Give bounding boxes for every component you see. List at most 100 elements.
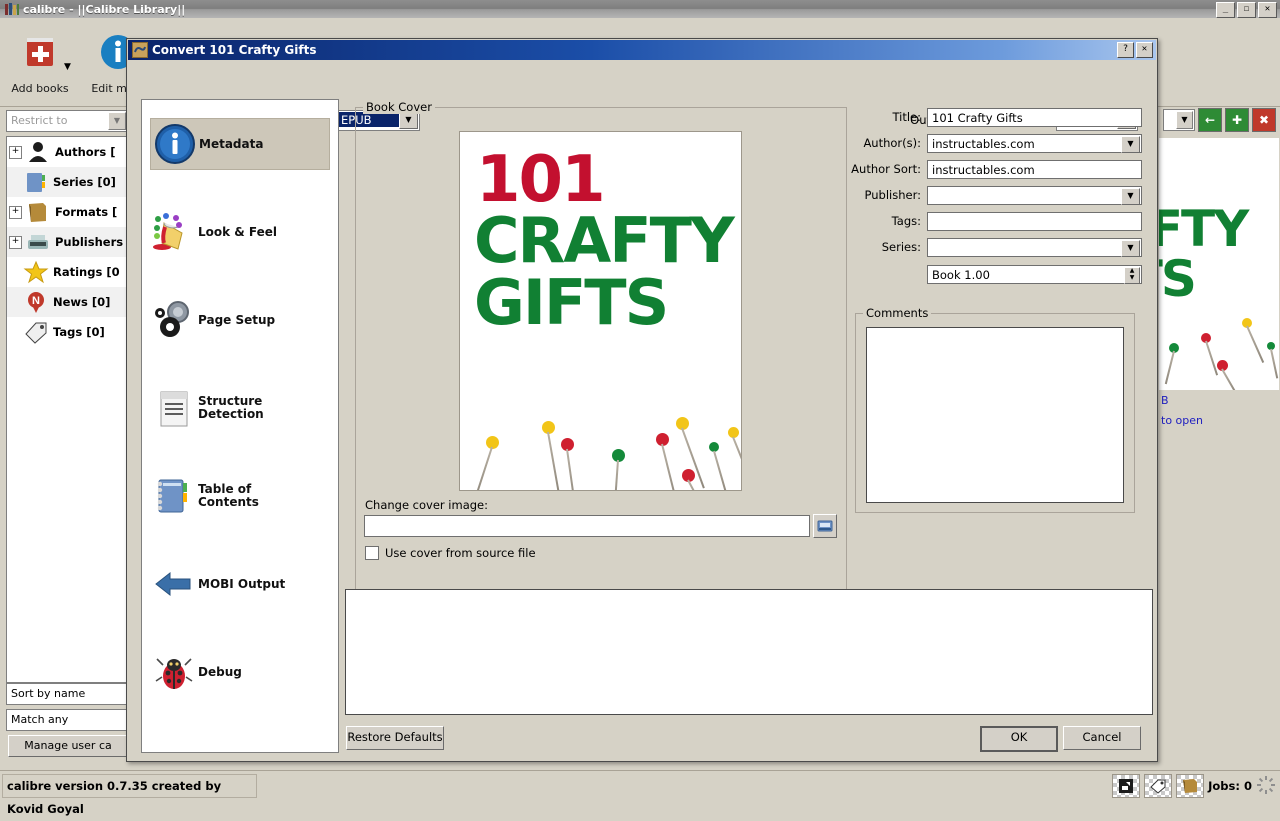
chevron-down-icon[interactable]: ▼ [1121, 239, 1140, 257]
series-combo[interactable]: ▼ [927, 237, 1142, 257]
tags-input[interactable] [927, 211, 1142, 231]
conversion-log-panel[interactable] [345, 589, 1153, 715]
author-sort-value: instructables.com [932, 162, 1035, 177]
nav-item-metadata[interactable]: Metadata [150, 118, 330, 170]
field-tags-row: Tags: [847, 211, 1142, 231]
book-details-cover[interactable]: 101 CRAFTY GIFTS [1159, 138, 1279, 390]
tag-browser-item-tags[interactable]: Tags [0] [7, 317, 127, 347]
tag-browser-item-series[interactable]: Series [0] [7, 167, 127, 197]
publisher-combo[interactable]: ▼ [927, 185, 1142, 205]
manage-user-categories-button[interactable]: Manage user ca [8, 735, 128, 757]
expand-placeholder [9, 327, 20, 338]
field-title-row: Title: 101 Crafty Gifts [847, 107, 1142, 127]
series-index-value: Book 1.00 [932, 267, 990, 282]
book-details-panel: 101 CRAFTY GIFTS B to open [1152, 136, 1279, 466]
dialog-titlebar: Convert 101 Crafty Gifts ? ✕ [128, 40, 1156, 60]
nav-item-label: Look & Feel [198, 224, 278, 239]
nav-item-label: Structure DetectionPage Setup [198, 312, 276, 327]
sort-by-value: Sort by name [11, 687, 86, 700]
nav-item-mobi-output[interactable]: MOBI Output [150, 558, 330, 610]
use-cover-checkbox[interactable] [365, 546, 379, 560]
add-button[interactable]: ✚ [1225, 108, 1249, 132]
fullscreen-icon[interactable] [1112, 774, 1141, 798]
use-cover-label: Use cover from source file [385, 546, 536, 560]
tags-icon[interactable] [1144, 774, 1173, 798]
author-icon [25, 140, 51, 164]
field-tags-label: Tags: [891, 214, 921, 228]
book-icon[interactable] [1176, 774, 1205, 798]
tag-browser-item-publishers[interactable]: + Publishers [7, 227, 127, 257]
nav-item-structure-detection[interactable]: Structure Detection [150, 382, 330, 434]
close-button[interactable]: ✕ [1258, 2, 1277, 18]
field-publisher-label: Publisher: [864, 188, 921, 202]
calibre-books-icon [4, 2, 20, 16]
help-button[interactable]: ? [1117, 42, 1134, 58]
folder-browse-icon[interactable] [813, 514, 837, 538]
chevron-down-icon[interactable]: ▼ [108, 112, 126, 130]
main-window-title: calibre - ||Calibre Library|| [23, 2, 186, 16]
spinner-arrows-icon[interactable]: ▲ ▼ [1124, 266, 1140, 284]
author-sort-input[interactable]: instructables.com [927, 159, 1142, 179]
comments-textarea[interactable] [866, 327, 1124, 503]
nav-item-label: MOBI Output [198, 576, 286, 591]
dialog-nav-list[interactable]: Metadata Look & Feel Structure Detection… [141, 99, 339, 753]
expand-icon[interactable]: + [9, 205, 22, 219]
library-view-toolbar: ▼ ← ✚ ✖ [1163, 108, 1276, 132]
tag-browser-item-authors[interactable]: + Authors [ [7, 137, 127, 167]
tags-icon [23, 320, 49, 344]
tag-browser-item-ratings[interactable]: Ratings [0 [7, 257, 127, 287]
restrict-to-combo[interactable]: Restrict to ▼ [6, 110, 128, 132]
restore-button[interactable]: ☐ [1237, 2, 1256, 18]
previous-button[interactable]: ← [1198, 108, 1222, 132]
use-cover-row[interactable]: Use cover from source file [365, 546, 536, 560]
jobs-label: Jobs: 0 [1208, 779, 1252, 793]
dialog-title: Convert 101 Crafty Gifts [152, 43, 317, 57]
change-cover-label: Change cover image: [365, 498, 489, 512]
cover-preview[interactable]: 101 CRAFTY GIFTS [459, 131, 742, 491]
match-mode-combo[interactable]: Match any [6, 709, 128, 731]
nav-item-label: Table of Contents [198, 482, 259, 509]
main-window-titlebar: calibre - ||Calibre Library|| _ ☐ ✕ [0, 0, 1280, 18]
sort-by-combo[interactable]: Sort by name [6, 683, 128, 705]
chevron-down-icon[interactable]: ▼ [64, 62, 71, 72]
field-author-sort-label: Author Sort: [851, 162, 921, 176]
tag-browser-item-news[interactable]: N News [0] [7, 287, 127, 317]
nav-item-table-of-contents[interactable]: Table of Contents [150, 470, 330, 522]
expand-icon[interactable]: + [9, 235, 22, 249]
field-publisher-row: Publisher: ▼ [847, 185, 1142, 205]
left-arrow-icon [150, 562, 198, 606]
book-details-size-link[interactable]: B [1161, 394, 1169, 407]
delete-button[interactable]: ✖ [1252, 108, 1276, 132]
comments-legend: Comments [863, 306, 932, 320]
chevron-down-icon[interactable]: ▼ [1176, 111, 1193, 129]
cancel-button[interactable]: Cancel [1063, 726, 1141, 750]
series-index-spinbox[interactable]: Book 1.00 ▲ ▼ [927, 264, 1142, 284]
nav-item-debug[interactable]: Debug [150, 646, 330, 698]
status-bar-right: Jobs: 0 [1112, 774, 1276, 798]
change-cover-input[interactable] [364, 515, 810, 537]
metadata-fields: Title: 101 Crafty Gifts Author(s): instr… [847, 107, 1142, 284]
ok-button[interactable]: OK [980, 726, 1058, 752]
tag-browser-item-label: Series [0] [53, 175, 116, 189]
field-authors-label: Author(s): [863, 136, 921, 150]
chevron-down-icon[interactable]: ▼ [1121, 135, 1140, 153]
chevron-down-icon[interactable]: ▼ [1121, 187, 1140, 205]
book-details-open-link[interactable]: to open [1161, 414, 1203, 427]
view-combo[interactable]: ▼ [1163, 109, 1195, 131]
nav-item-label: Structure Detection [198, 394, 264, 421]
tag-browser-item-formats[interactable]: + Formats [ [7, 197, 127, 227]
title-input[interactable]: 101 Crafty Gifts [927, 107, 1142, 127]
close-icon[interactable]: ✕ [1136, 42, 1153, 58]
tag-browser-list[interactable]: + Authors [ Series [0] + Formats [ + Pub… [6, 136, 128, 683]
expand-icon[interactable]: + [9, 145, 22, 159]
cover-number-text: 101 [476, 143, 606, 217]
gears-icon [150, 298, 198, 342]
minimize-button[interactable]: _ [1216, 2, 1235, 18]
match-mode-value: Match any [11, 713, 69, 726]
svg-text:N: N [32, 295, 40, 307]
nav-item-look-and-feel[interactable]: Look & Feel [150, 206, 330, 258]
nav-item-page-setup[interactable]: Structure DetectionPage Setup [150, 294, 330, 346]
tag-browser-item-label: Tags [0] [53, 325, 105, 339]
restore-defaults-button[interactable]: Restore Defaults [346, 726, 444, 750]
authors-combo[interactable]: instructables.com ▼ [927, 133, 1142, 153]
